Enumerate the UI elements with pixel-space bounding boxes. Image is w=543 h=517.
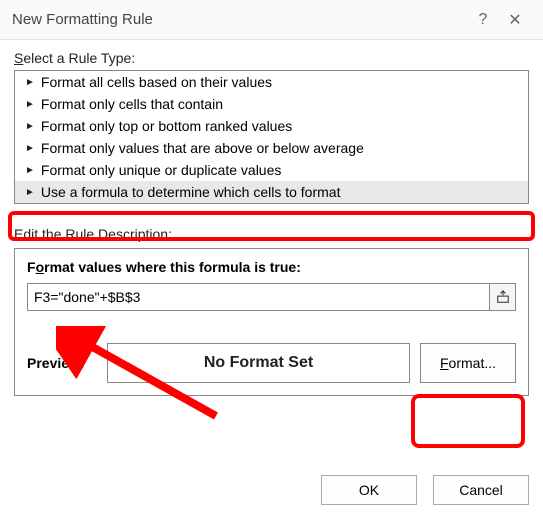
ok-button[interactable]: OK [321,475,417,505]
description-box: Format values where this formula is true… [14,248,529,396]
rule-type-text: Use a formula to determine which cells t… [41,184,341,200]
rule-type-text: Format only values that are above or bel… [41,140,364,156]
rule-type-text: Format all cells based on their values [41,74,272,90]
titlebar: New Formatting Rule ? ✕ [0,0,543,40]
annotation-highlight-format [411,394,525,448]
formula-row [27,283,516,311]
rule-type-item-formula[interactable]: ► Use a formula to determine which cells… [15,181,528,203]
range-selector-button[interactable] [489,284,515,310]
help-icon[interactable]: ? [467,11,499,29]
bullet-icon: ► [25,187,35,198]
rule-type-label: Select a Rule Type: [14,50,529,66]
cancel-button[interactable]: Cancel [433,475,529,505]
preview-box: No Format Set [107,343,410,383]
dialog-title: New Formatting Rule [12,11,467,28]
preview-row: Preview: No Format Set Format... [27,343,516,383]
preview-label: Preview: [27,355,97,371]
close-icon[interactable]: ✕ [499,10,531,30]
rule-type-text: Format only cells that contain [41,96,223,112]
rule-type-item-contain[interactable]: ► Format only cells that contain [15,93,528,115]
edit-description-label: Edit the Rule Description: [14,226,529,242]
bullet-icon: ► [25,99,35,110]
bullet-icon: ► [25,121,35,132]
bullet-icon: ► [25,77,35,88]
rule-type-item-average[interactable]: ► Format only values that are above or b… [15,137,528,159]
dialog-button-row: OK Cancel [321,475,529,505]
format-button[interactable]: Format... [420,343,516,383]
dialog-content: Select a Rule Type: ► Format all cells b… [0,40,543,396]
collapse-dialog-icon [496,290,510,304]
bullet-icon: ► [25,165,35,176]
formula-input[interactable] [28,284,489,310]
rule-type-text: Format only top or bottom ranked values [41,118,292,134]
rule-type-item-unique[interactable]: ► Format only unique or duplicate values [15,159,528,181]
formula-label: Format values where this formula is true… [27,259,516,275]
rule-type-list[interactable]: ► Format all cells based on their values… [14,70,529,204]
rule-type-text: Format only unique or duplicate values [41,162,281,178]
rule-type-item-ranked[interactable]: ► Format only top or bottom ranked value… [15,115,528,137]
bullet-icon: ► [25,143,35,154]
rule-type-item-values[interactable]: ► Format all cells based on their values [15,71,528,93]
